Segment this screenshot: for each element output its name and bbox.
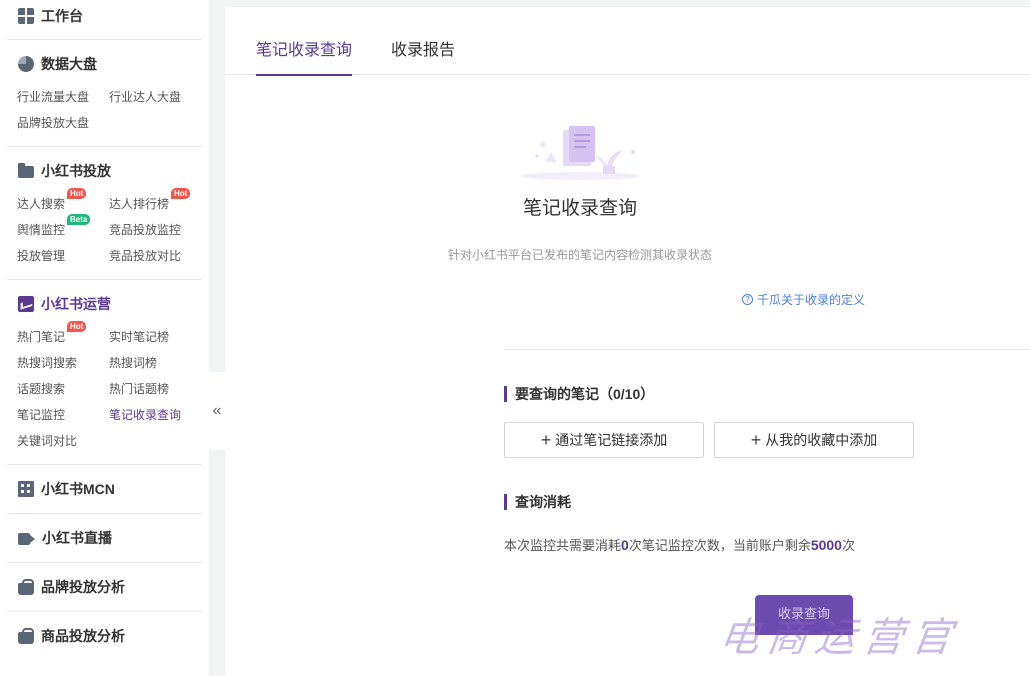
sidebar-item-hot-search-rank[interactable]: 热搜词榜	[109, 354, 201, 372]
sidebar-item-topic-search[interactable]: 话题搜索	[17, 380, 109, 398]
sidebar-section-ad: 小红书投放 达人搜索 Hot 达人排行榜 Hot 舆情监控 Beta 竞品投放监控 投…	[7, 147, 202, 280]
help-link[interactable]: ? 千瓜关于收录的定义	[742, 291, 865, 308]
sidebar-item-note-monitor[interactable]: 笔记监控	[17, 406, 109, 424]
sidebar-submenu: 行业流量大盘 行业达人大盘 品牌投放大盘	[7, 88, 202, 146]
sidebar-header-live[interactable]: 小红书直播	[7, 514, 202, 562]
document-illustration	[520, 126, 640, 180]
sidebar-item-label: 热门笔记	[17, 330, 66, 344]
add-from-favorites-button[interactable]: + 从我的收藏中添加	[714, 422, 914, 458]
sidebar-item-label: 达人搜索	[17, 197, 66, 211]
sidebar-section-workbench: 工作台	[7, 0, 202, 40]
sidebar-item-label: 舆情监控	[17, 223, 66, 237]
sidebar-header-label: 数据大盘	[41, 56, 97, 72]
sidebar-item-sentiment[interactable]: 舆情监控 Beta	[17, 214, 109, 239]
divider	[504, 349, 1030, 350]
sidebar-collapse-button[interactable]: «	[209, 372, 225, 450]
plus-icon: +	[540, 429, 552, 450]
beta-badge: Beta	[67, 214, 91, 225]
sidebar-header-ops[interactable]: 小红书运营	[7, 280, 202, 328]
pie-chart-icon	[18, 56, 34, 72]
sidebar: 工作台 数据大盘 行业流量大盘 行业达人大盘 品牌投放大盘 小红书投放 达人搜索…	[0, 0, 209, 676]
cost-count: 0	[621, 537, 629, 553]
sidebar-section-ops: 小红书运营 热门笔记 Hot 实时笔记榜 热搜词搜索 热搜词榜 话题搜索 热门话题…	[7, 280, 202, 465]
question-circle-icon: ?	[742, 294, 753, 305]
hot-badge: Hot	[67, 188, 87, 199]
trend-chart-icon	[18, 296, 34, 312]
sidebar-header-brand[interactable]: 品牌投放分析	[7, 563, 202, 611]
tab-bar: 笔记收录查询 收录报告	[225, 7, 1030, 76]
bag-icon	[18, 627, 34, 644]
folder-icon	[18, 163, 34, 178]
sidebar-header-goods[interactable]: 商品投放分析	[7, 612, 202, 660]
cost-middle: 次笔记监控次数，当前账户剩余	[628, 538, 811, 553]
tab-note-index-query[interactable]: 笔记收录查询	[256, 36, 352, 76]
sidebar-header-label: 小红书直播	[42, 530, 112, 546]
cost-suffix: 次	[841, 538, 855, 553]
sidebar-item-hot-notes[interactable]: 热门笔记 Hot	[17, 321, 109, 346]
sidebar-header-label: 商品投放分析	[41, 628, 125, 644]
main-panel: 笔记收录查询 收录报告	[225, 7, 1030, 676]
plus-icon: +	[750, 429, 762, 450]
sidebar-section-mcn: 小红书MCN	[7, 465, 202, 514]
sidebar-item-note-index-query[interactable]: 笔记收录查询	[109, 406, 201, 424]
sidebar-header-label: 品牌投放分析	[41, 579, 125, 595]
add-by-link-button[interactable]: + 通过笔记链接添加	[504, 422, 704, 458]
button-label: 从我的收藏中添加	[765, 432, 878, 448]
sidebar-item-label: 达人排行榜	[109, 197, 170, 211]
sidebar-item-hot-search[interactable]: 热搜词搜索	[17, 354, 109, 372]
sidebar-section-bigdata: 数据大盘 行业流量大盘 行业达人大盘 品牌投放大盘	[7, 40, 202, 147]
sidebar-item-industry-kol[interactable]: 行业达人大盘	[109, 88, 201, 106]
sidebar-item-brand-ad[interactable]: 品牌投放大盘	[17, 114, 109, 132]
sidebar-item-kol-rank[interactable]: 达人排行榜 Hot	[109, 188, 201, 213]
sidebar-header-workbench[interactable]: 工作台	[7, 0, 202, 32]
sidebar-item-ad-manage[interactable]: 投放管理	[17, 247, 109, 265]
sidebar-item-competitor-compare[interactable]: 竞品投放对比	[109, 247, 201, 265]
sidebar-item-competitor-monitor[interactable]: 竞品投放监控	[109, 221, 201, 239]
help-link-label: 千瓜关于收录的定义	[757, 293, 866, 307]
hot-badge: Hot	[67, 321, 87, 332]
video-icon	[18, 533, 35, 545]
hero-title: 笔记收录查询	[522, 198, 637, 219]
watermark: 电商运营官	[716, 615, 963, 661]
sidebar-section-brand: 品牌投放分析	[7, 563, 202, 612]
remaining-count: 5000	[810, 537, 842, 553]
shopping-bag-icon	[18, 578, 34, 595]
hot-badge: Hot	[171, 188, 191, 199]
sidebar-item-realtime-notes[interactable]: 实时笔记榜	[109, 328, 201, 346]
building-icon	[18, 481, 34, 497]
sidebar-header-label: 工作台	[41, 8, 83, 24]
sidebar-section-live: 小红书直播	[7, 514, 202, 563]
sidebar-header-mcn[interactable]: 小红书MCN	[7, 465, 202, 513]
cost-section-title: 查询消耗	[504, 494, 571, 510]
sidebar-item-industry-traffic[interactable]: 行业流量大盘	[17, 88, 109, 106]
cost-prefix: 本次监控共需要消耗	[504, 538, 622, 553]
sidebar-header-bigdata[interactable]: 数据大盘	[7, 40, 202, 88]
button-label: 通过笔记链接添加	[555, 432, 668, 448]
sidebar-submenu: 达人搜索 Hot 达人排行榜 Hot 舆情监控 Beta 竞品投放监控 投放管理 竞品…	[7, 188, 202, 279]
cost-text: 本次监控共需要消耗0次笔记监控次数，当前账户剩余5000次	[504, 535, 855, 554]
grid-icon	[18, 8, 34, 24]
sidebar-header-label: 小红书MCN	[41, 481, 115, 497]
sidebar-submenu: 热门笔记 Hot 实时笔记榜 热搜词搜索 热搜词榜 话题搜索 热门话题榜 笔记监控…	[7, 321, 202, 464]
sidebar-header-label: 小红书投放	[41, 163, 111, 179]
sidebar-section-goods: 商品投放分析	[7, 612, 202, 660]
hero-description: 针对小红书平台已发布的笔记内容检测其收录状态	[447, 248, 712, 262]
sidebar-header-label: 小红书运营	[41, 296, 111, 312]
sidebar-item-hot-topics[interactable]: 热门话题榜	[109, 380, 201, 398]
sidebar-item-kol-search[interactable]: 达人搜索 Hot	[17, 188, 109, 213]
sidebar-item-keyword-compare[interactable]: 关键词对比	[17, 432, 109, 450]
query-section-title: 要查询的笔记（0/10）	[504, 386, 654, 402]
tab-index-report[interactable]: 收录报告	[391, 36, 455, 76]
